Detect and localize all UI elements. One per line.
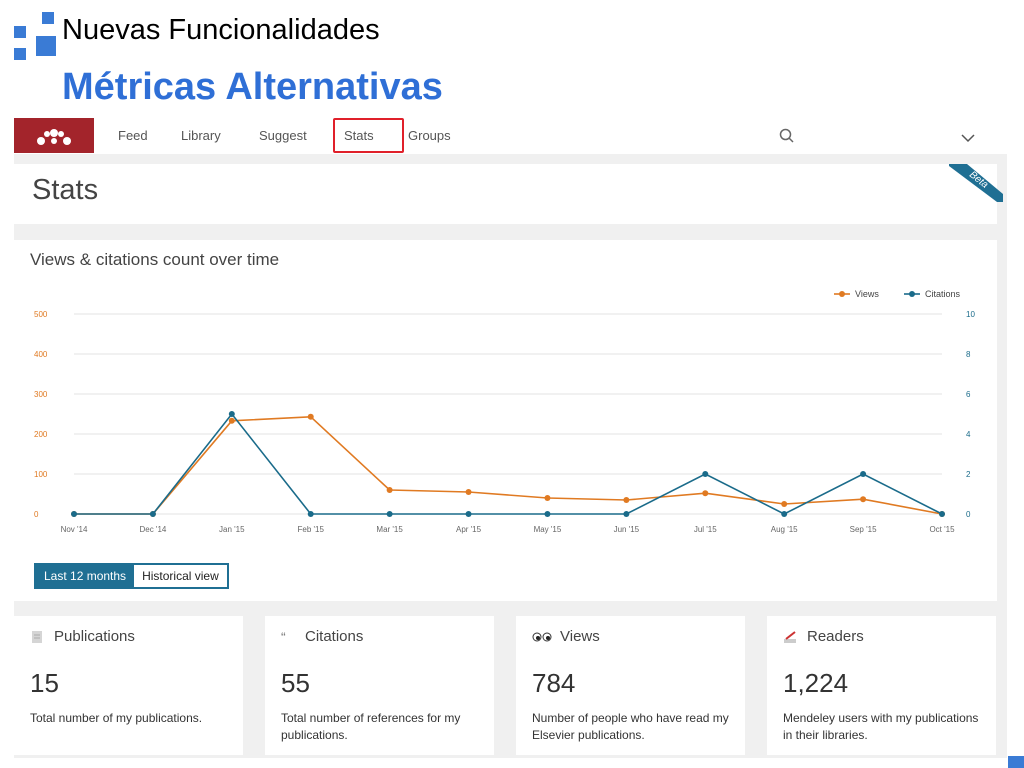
data-point-citations — [149, 511, 156, 517]
data-point-citations — [544, 511, 551, 517]
tab-historical-view[interactable]: Historical view — [134, 565, 227, 587]
data-point-citations — [860, 471, 867, 477]
y-right-tick-label: 6 — [966, 390, 971, 399]
x-tick-label: Jan '15 — [219, 525, 245, 534]
chart-panel: Views & citations count over time 0 100 20… — [14, 240, 997, 601]
y-left-tick-label: 400 — [34, 350, 48, 359]
card-description: Total number of my publications. — [30, 711, 203, 725]
nav-item-suggest[interactable]: Suggest — [259, 128, 307, 143]
deco-square — [14, 26, 26, 38]
search-icon[interactable] — [779, 128, 795, 149]
readers-icon — [783, 630, 799, 644]
y-right-tick-label: 4 — [966, 430, 971, 439]
data-point-views — [781, 501, 788, 507]
data-point-citations — [307, 511, 314, 517]
y-right-tick-label: 0 — [966, 510, 971, 519]
data-point-views — [702, 490, 709, 497]
metric-card-citations: “ Citations 55 Total number of reference… — [265, 616, 494, 755]
x-tick-label: Feb '15 — [298, 525, 325, 534]
page-title: Stats — [32, 174, 99, 206]
beta-badge: Beta — [943, 164, 1003, 202]
metric-card-publications: Publications 15 Total number of my publi… — [14, 616, 243, 755]
card-value: 1,224 — [783, 668, 849, 698]
card-title: Publications — [54, 628, 135, 645]
time-range-tabs: Last 12 months Historical view — [34, 563, 229, 589]
stats-header: Stats Beta — [14, 164, 1003, 224]
y-left-tick-label: 100 — [34, 470, 48, 479]
legend-marker — [909, 291, 915, 297]
x-tick-label: Mar '15 — [376, 525, 403, 534]
chart-title: Views & citations count over time — [30, 250, 280, 269]
deco-square — [14, 48, 26, 60]
views-citations-chart: 0 100 200 300 400 500 0 2 4 6 8 10 Nov '14 Dec '14 Jan… — [34, 289, 975, 534]
deco-square — [42, 12, 54, 24]
eyes-icon — [532, 630, 552, 644]
card-description: Number of people who have read my Elsevi… — [532, 711, 729, 742]
chevron-down-icon[interactable] — [960, 130, 976, 148]
x-tick-label: Oct '15 — [929, 525, 955, 534]
data-point-views — [465, 489, 472, 495]
slide-heading: Métricas Alternativas — [62, 66, 443, 108]
deco-square — [1008, 756, 1024, 768]
y-right-tick-label: 10 — [966, 310, 975, 319]
mendeley-app: Feed Library Suggest Stats Groups Stats … — [14, 118, 1007, 758]
y-left-tick-label: 500 — [34, 310, 48, 319]
y-left-tick-label: 200 — [34, 430, 48, 439]
data-point-citations — [939, 511, 945, 517]
metric-card-views: Views 784 Number of people who have read… — [516, 616, 745, 755]
x-tick-label: Jun '15 — [614, 525, 640, 534]
quote-icon: “ — [281, 628, 286, 645]
y-right-tick-label: 8 — [966, 350, 971, 359]
card-title: Views — [560, 628, 600, 645]
x-tick-label: Dec '14 — [139, 525, 166, 534]
card-value: 15 — [30, 668, 59, 698]
x-tick-label: Apr '15 — [456, 525, 482, 534]
legend-label: Citations — [925, 289, 961, 299]
y-right-tick-label: 2 — [966, 470, 971, 479]
data-point-citations — [702, 471, 709, 477]
top-nav: Feed Library Suggest Stats Groups — [14, 118, 1007, 154]
metric-card-readers: Readers 1,224 Mendeley users with my pub… — [767, 616, 996, 755]
data-point-views — [307, 413, 314, 420]
tab-last-12-months[interactable]: Last 12 months — [36, 565, 135, 587]
series-line-citations — [74, 412, 943, 515]
mendeley-logo-icon[interactable] — [14, 118, 94, 153]
x-tick-label: Jul '15 — [694, 525, 717, 534]
data-point-citations — [465, 511, 472, 517]
legend-label: Views — [855, 289, 879, 299]
y-left-tick-label: 300 — [34, 390, 48, 399]
x-tick-label: May '15 — [534, 525, 562, 534]
nav-item-library[interactable]: Library — [181, 128, 221, 143]
data-point-views — [386, 487, 393, 493]
card-description: Total number of references for my public… — [281, 711, 461, 742]
data-point-citations — [228, 411, 235, 417]
deco-square — [36, 36, 56, 56]
data-point-citations — [623, 511, 630, 517]
card-value: 784 — [532, 668, 576, 698]
card-title: Citations — [305, 628, 364, 645]
x-tick-label: Sep '15 — [850, 525, 877, 534]
legend-marker — [839, 291, 845, 297]
data-point-citations — [386, 511, 393, 517]
nav-item-groups[interactable]: Groups — [408, 128, 451, 143]
data-point-citations — [781, 511, 788, 517]
data-point-views — [623, 497, 630, 503]
slide-title: Nuevas Funcionalidades — [62, 14, 380, 46]
x-tick-label: Nov '14 — [61, 525, 88, 534]
data-point-citations — [71, 511, 77, 517]
card-title: Readers — [807, 628, 864, 645]
y-left-tick-label: 0 — [34, 510, 39, 519]
document-icon — [30, 630, 46, 644]
nav-item-stats[interactable]: Stats — [344, 128, 374, 143]
x-tick-label: Aug '15 — [771, 525, 798, 534]
data-point-views — [228, 417, 235, 424]
data-point-views — [544, 495, 551, 501]
card-description: Mendeley users with my publications in t… — [783, 711, 979, 742]
card-value: 55 — [281, 668, 310, 698]
data-point-views — [860, 496, 867, 503]
nav-item-feed[interactable]: Feed — [118, 128, 148, 143]
